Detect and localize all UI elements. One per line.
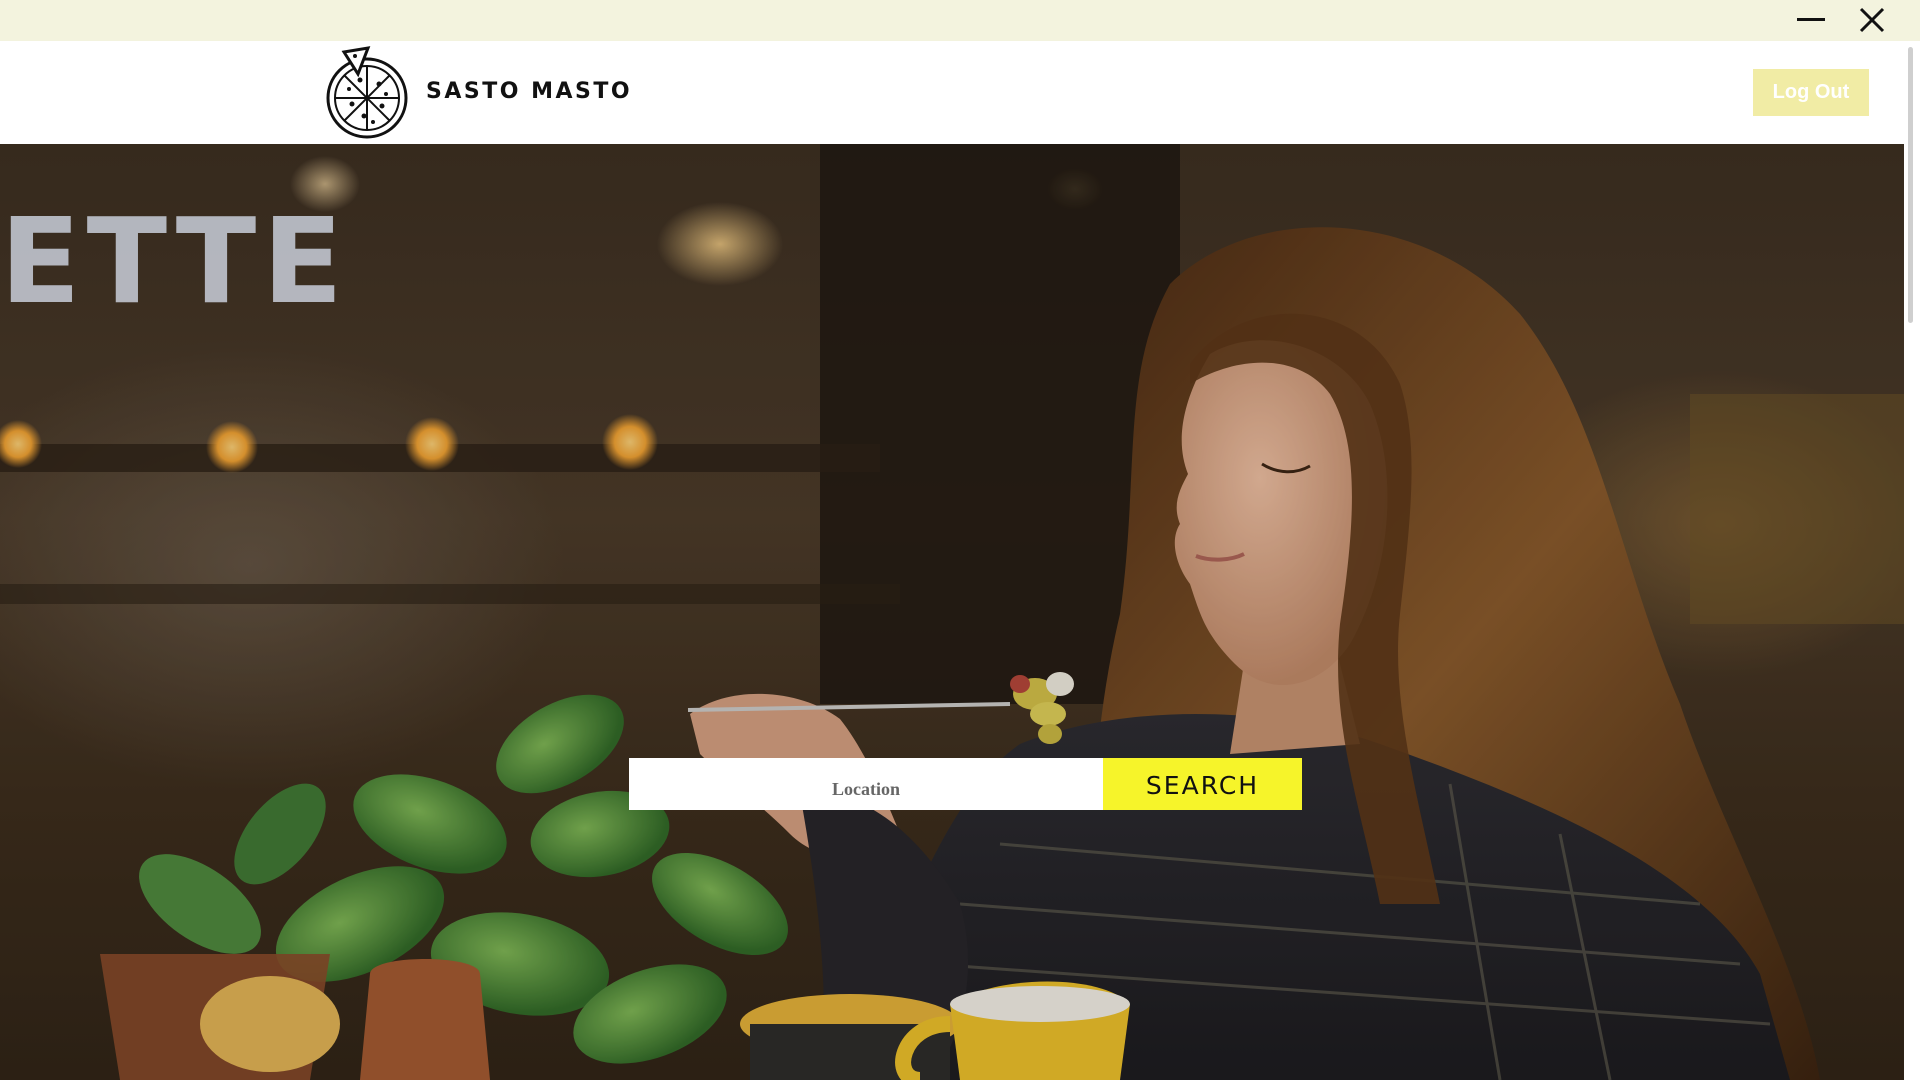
scrollbar-thumb[interactable] [1908,47,1913,323]
location-input[interactable] [629,758,1103,810]
pizza-icon[interactable] [324,44,410,140]
search-button[interactable]: SEARCH [1103,758,1302,810]
site-header: SASTO MASTO Log Out [0,41,1904,144]
search-bar: SEARCH [629,758,1302,810]
minimize-button[interactable] [1782,0,1842,41]
hero-section: ETTE Location SEARCH [0,144,1904,1080]
page-scrollbar[interactable] [1904,41,1920,1080]
close-icon [1859,7,1885,33]
minimize-icon [1797,18,1825,21]
window-titlebar [0,0,1920,41]
hero-photo: ETTE [0,144,1904,1080]
close-button[interactable] [1842,0,1902,41]
brand-name[interactable]: SASTO MASTO [426,79,632,104]
logout-button[interactable]: Log Out [1753,69,1869,116]
